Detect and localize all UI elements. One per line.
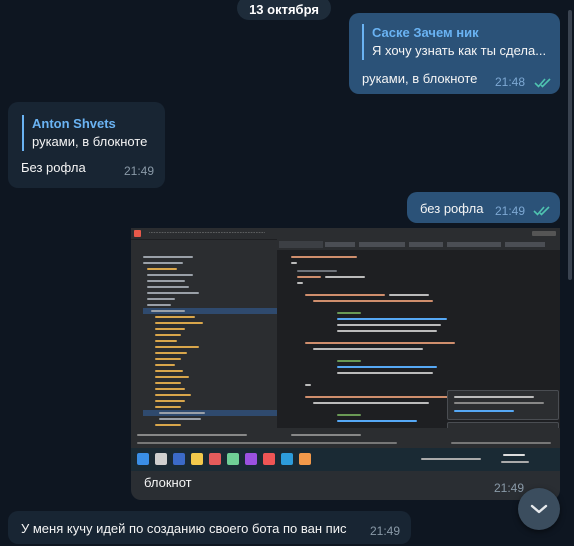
reply-quote[interactable]: Саске Зачем ник Я хочу узнать как ты сде… — [362, 24, 546, 60]
ide-tabs — [277, 239, 560, 250]
message-text: без рофла — [420, 201, 484, 216]
reply-preview: Я хочу узнать как ты сдела... — [372, 43, 547, 58]
image-caption: блокнот — [144, 475, 192, 490]
ide-solution-tree — [137, 250, 277, 448]
date-separator: 13 октября — [237, 0, 331, 20]
reply-author: Саске Зачем ник — [372, 25, 479, 40]
message-time: 21:49 — [370, 524, 401, 538]
ide-titlebar: ········································… — [131, 228, 560, 239]
reply-preview: руками, в блокноте — [32, 134, 148, 149]
reply-quote[interactable]: Anton Shvets руками, в блокноте — [22, 115, 147, 151]
message-bubble[interactable]: без рофла 21:49 — [407, 192, 560, 223]
windows-taskbar — [131, 448, 560, 471]
message-bubble[interactable]: Anton Shvets руками, в блокноте Без рофл… — [8, 102, 165, 188]
attached-screenshot[interactable]: ········································… — [131, 228, 560, 471]
double-check-icon — [533, 206, 550, 216]
message-bubble[interactable]: У меня кучу идей по созданию своего бота… — [8, 511, 411, 544]
reply-author: Anton Shvets — [32, 116, 116, 131]
ide-notification — [447, 390, 559, 420]
chevron-down-icon — [530, 504, 548, 514]
scroll-down-button[interactable] — [518, 488, 560, 530]
windows-start-icon — [137, 453, 149, 465]
message-time: 21:49 — [495, 204, 526, 218]
ide-logo-icon — [134, 230, 141, 237]
ide-menu: ········································… — [149, 230, 266, 236]
message-time: 21:49 — [124, 164, 155, 178]
ide-code-editor — [277, 250, 560, 448]
message-text: Без рофла — [21, 160, 86, 175]
message-time: 21:49 — [494, 481, 525, 495]
message-bubble[interactable]: Саске Зачем ник Я хочу узнать как ты сде… — [349, 13, 560, 94]
message-text: У меня кучу идей по созданию своего бота… — [21, 521, 347, 536]
double-check-icon — [534, 78, 551, 88]
ide-statusbar — [131, 428, 560, 448]
chat-scrollbar[interactable] — [568, 10, 572, 280]
message-text: руками, в блокноте — [362, 71, 478, 86]
message-time: 21:48 — [495, 75, 526, 89]
